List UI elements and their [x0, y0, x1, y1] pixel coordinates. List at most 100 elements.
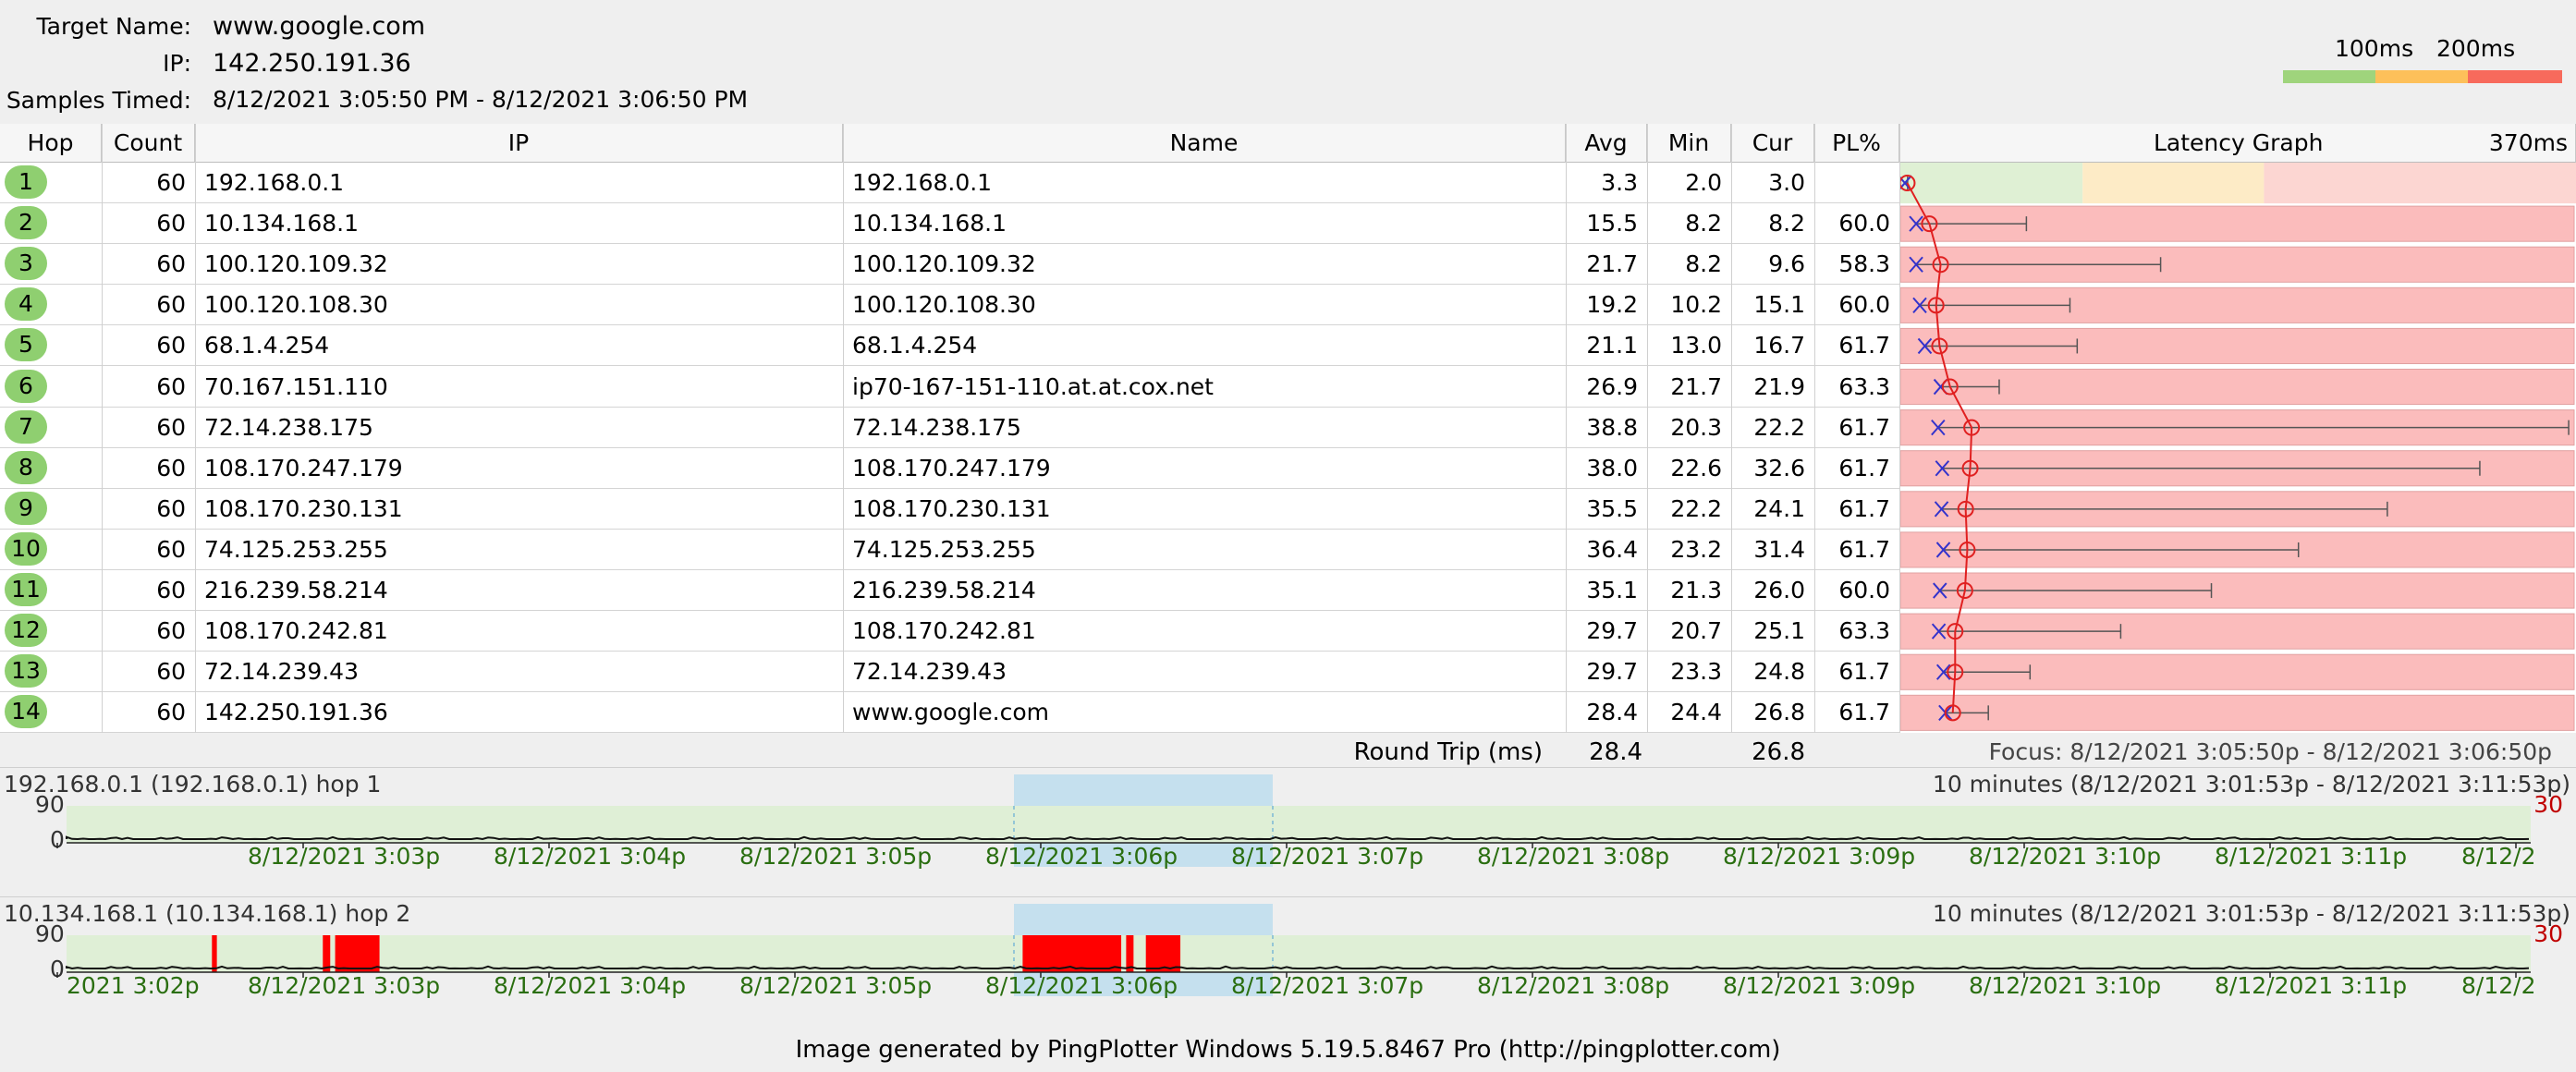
cell-cur: 24.1 — [1753, 494, 1805, 522]
hop-number-badge: 7 — [5, 409, 47, 444]
cell-pl: 60.0 — [1838, 577, 1890, 603]
legend-200ms-label: 200ms — [2436, 35, 2516, 62]
cell-min: 24.4 — [1670, 699, 1722, 726]
panel-divider — [0, 767, 2576, 768]
hop-row[interactable]: 10 60 74.125.253.255 74.125.253.255 36.4 23.2… — [0, 530, 1899, 570]
cell-cur: 15.1 — [1753, 291, 1805, 319]
ip-value: 142.250.191.36 — [213, 49, 411, 78]
column-divider — [195, 124, 196, 733]
cell-name: 108.170.242.81 — [852, 617, 1036, 645]
axis-label: 8/12/2021 3:11p — [2215, 972, 2408, 999]
cell-avg: 26.9 — [1586, 372, 1638, 400]
hop-row[interactable]: 2 60 10.134.168.1 10.134.168.1 15.5 8.2 8.2 60.… — [0, 203, 1899, 245]
cell-ip: 108.170.247.179 — [204, 454, 403, 481]
hop-row[interactable]: 8 60 108.170.247.179 108.170.247.179 38.0 22.… — [0, 448, 1899, 489]
column-divider — [1566, 124, 1567, 733]
column-header-count[interactable]: Count — [102, 124, 195, 163]
hop-row[interactable]: 3 60 100.120.109.32 100.120.109.32 21.7 8.2 9.… — [0, 244, 1899, 286]
cell-pl: 61.7 — [1838, 332, 1890, 359]
column-header-pl[interactable]: PL% — [1814, 124, 1899, 163]
cell-min: 22.2 — [1670, 494, 1722, 522]
axis-label-partial: 8/12/2 — [2461, 843, 2536, 870]
axis-label: 8/12/2021 3:08p — [1477, 843, 1670, 870]
cell-count: 60 — [156, 577, 186, 603]
graph-band-high — [2264, 163, 2576, 204]
cell-cur: 31.4 — [1753, 535, 1805, 563]
hop-number-badge: 5 — [5, 328, 47, 362]
cell-min: 21.7 — [1670, 372, 1722, 400]
cell-cur: 8.2 — [1768, 210, 1805, 238]
cell-name: 100.120.109.32 — [852, 250, 1036, 278]
hop-row[interactable]: 4 60 100.120.108.30 100.120.108.30 19.2 10.2 1… — [0, 285, 1899, 326]
hop-row[interactable]: 9 60 108.170.230.131 108.170.230.131 35.5 22.… — [0, 489, 1899, 530]
legend-swatch-low — [2283, 70, 2375, 83]
column-header-avg[interactable]: Avg — [1566, 124, 1647, 163]
hop-number-badge: 10 — [5, 531, 47, 566]
column-header-latency-graph[interactable]: Latency Graph 370ms — [1899, 124, 2576, 163]
cell-name: 74.125.253.255 — [852, 535, 1036, 563]
ip-label: IP: — [163, 50, 191, 77]
target-name-label: Target Name: — [36, 13, 191, 40]
hop-row[interactable]: 12 60 108.170.242.81 108.170.242.81 29.7 20.7… — [0, 611, 1899, 652]
cell-avg: 21.1 — [1586, 332, 1638, 359]
hop-row[interactable]: 5 60 68.1.4.254 68.1.4.254 21.1 13.0 16.7 61.7 — [0, 325, 1899, 367]
cell-ip: 108.170.230.131 — [204, 494, 403, 522]
axis-label: 8/12/2021 3:06p — [985, 843, 1178, 870]
cell-cur: 9.6 — [1768, 250, 1805, 278]
axis-label: 8/12/2021 3:04p — [494, 843, 687, 870]
hop-row[interactable]: 14 60 142.250.191.36 www.google.com 28.4 24.4… — [0, 692, 1899, 734]
cell-cur: 32.6 — [1753, 454, 1805, 481]
hop-row[interactable]: 11 60 216.239.58.214 216.239.58.214 35.1 21.3… — [0, 570, 1899, 611]
hop-row[interactable]: 6 60 70.167.151.110 ip70-167-151-110.at.at.… — [0, 367, 1899, 408]
cell-min: 2.0 — [1685, 169, 1722, 196]
cell-avg: 36.4 — [1586, 535, 1638, 563]
column-header-ip[interactable]: IP — [195, 124, 843, 163]
hop-number-badge: 4 — [5, 287, 47, 322]
hop-number-badge: 6 — [5, 369, 47, 403]
hop-number-badge: 2 — [5, 206, 47, 240]
cell-pl: 61.7 — [1838, 535, 1890, 563]
cell-avg: 21.7 — [1586, 250, 1638, 278]
column-header-name[interactable]: Name — [843, 124, 1566, 163]
cell-cur: 26.8 — [1753, 699, 1805, 726]
hop-row[interactable]: 13 60 72.14.239.43 72.14.239.43 29.7 23.3 24.8… — [0, 652, 1899, 693]
hop-number-badge: 3 — [5, 247, 47, 281]
axis-label: 8/12/2021 3:07p — [1231, 972, 1424, 999]
column-header-hop[interactable]: Hop — [0, 124, 102, 163]
column-header-min[interactable]: Min — [1647, 124, 1731, 163]
cell-pl: 63.3 — [1838, 372, 1890, 400]
hop-number-badge: 8 — [5, 450, 47, 484]
latency-legend-bar — [2283, 70, 2562, 83]
graph-band-mid — [2082, 163, 2265, 204]
cell-min: 22.6 — [1670, 454, 1722, 481]
column-header-cur[interactable]: Cur — [1731, 124, 1814, 163]
cell-pl — [1814, 163, 1890, 202]
legend-100ms-label: 100ms — [2335, 35, 2414, 62]
cell-ip: 68.1.4.254 — [204, 332, 330, 359]
axis-label: 8/12/2021 3:03p — [248, 843, 441, 870]
round-trip-avg: 28.4 — [1589, 738, 1642, 766]
axis-label: 8/12/2021 3:11p — [2215, 843, 2408, 870]
cell-cur: 22.2 — [1753, 413, 1805, 441]
axis-label: 8/12/2021 3:03p — [248, 972, 441, 999]
cell-ip: 10.134.168.1 — [204, 210, 359, 238]
cell-pl: 61.7 — [1838, 413, 1890, 441]
axis-label-partial: 8/12/2 — [2461, 972, 2536, 999]
hop-row[interactable]: 7 60 72.14.238.175 72.14.238.175 38.8 20.3 22.… — [0, 408, 1899, 448]
round-trip-label: Round Trip (ms) — [1353, 738, 1543, 766]
cell-ip: 142.250.191.36 — [204, 699, 388, 726]
cell-cur: 24.8 — [1753, 658, 1805, 686]
cell-ip: 72.14.238.175 — [204, 413, 373, 441]
cell-pl: 61.7 — [1838, 454, 1890, 481]
cell-min: 20.3 — [1670, 413, 1722, 441]
cell-name: 192.168.0.1 — [852, 169, 993, 196]
cell-count: 60 — [156, 210, 186, 238]
cell-count: 60 — [156, 699, 186, 726]
packet-loss-span — [212, 935, 217, 972]
hop-row[interactable]: 1 60 192.168.0.1 192.168.0.1 3.3 2.0 3.0 — [0, 163, 1899, 203]
cell-pl: 60.0 — [1838, 291, 1890, 319]
cell-ip: 74.125.253.255 — [204, 535, 388, 563]
axis-label: 8/12/2021 3:05p — [739, 843, 933, 870]
cell-name: 72.14.238.175 — [852, 413, 1021, 441]
cell-avg: 15.5 — [1586, 210, 1638, 238]
